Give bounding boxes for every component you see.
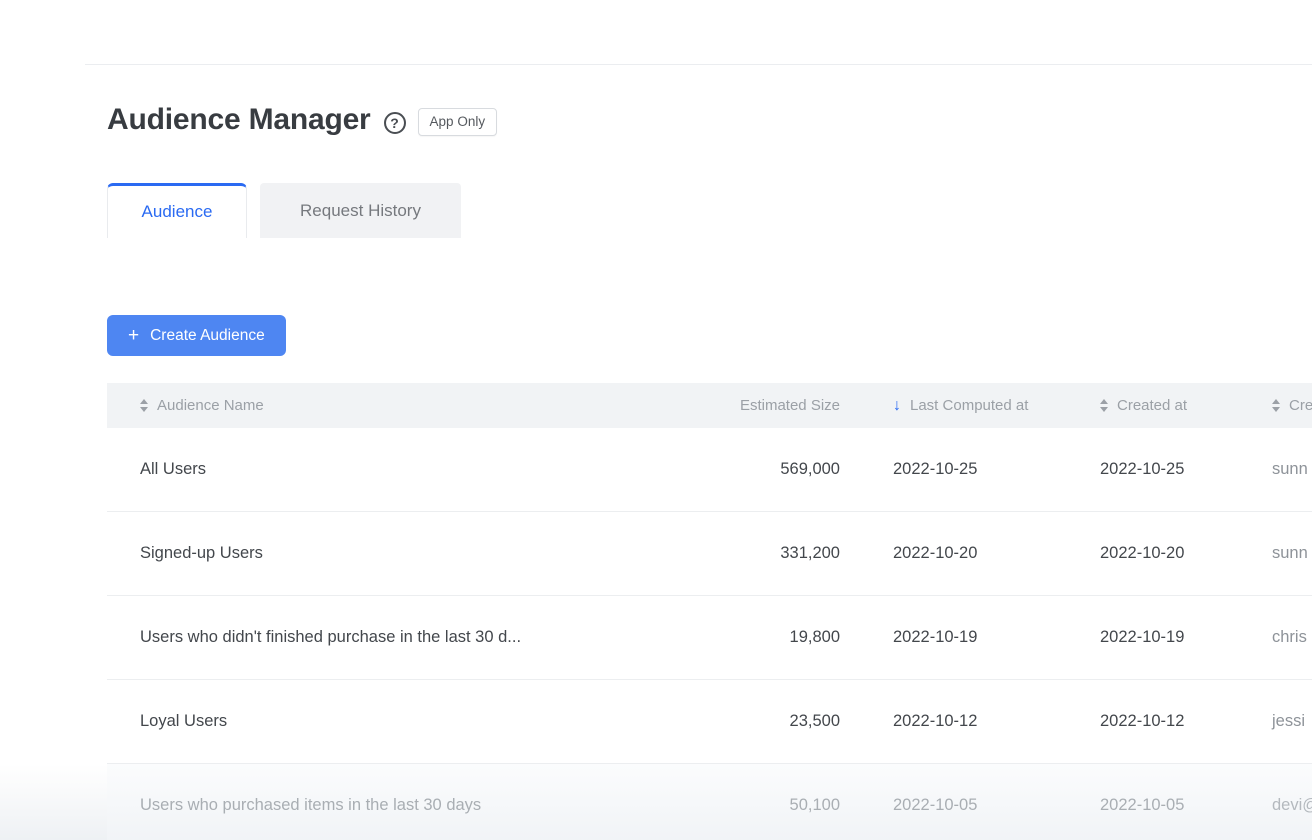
cell-created-at: 2022-10-19 (1085, 628, 1250, 647)
create-audience-label: Create Audience (150, 327, 265, 345)
column-header-last-computed[interactable]: ↓ Last Computed at (860, 397, 1085, 414)
cell-creator: sunn (1250, 460, 1312, 479)
column-header-estimated-size[interactable]: Estimated Size (620, 397, 860, 414)
app-only-badge: App Only (418, 108, 498, 136)
cell-last-computed: 2022-10-25 (860, 460, 1085, 479)
cell-estimated-size: 19,800 (620, 628, 860, 647)
table-header-row: Audience Name Estimated Size ↓ Last Comp… (107, 383, 1312, 428)
cell-creator: jessi (1250, 712, 1312, 731)
cell-audience-name: Users who didn't finished purchase in th… (107, 628, 620, 647)
table-row[interactable]: Users who purchased items in the last 30… (107, 764, 1312, 840)
tab-request-history-label: Request History (300, 201, 421, 221)
tab-audience-label: Audience (142, 202, 213, 222)
cell-last-computed: 2022-10-12 (860, 712, 1085, 731)
cell-estimated-size: 23,500 (620, 712, 860, 731)
column-label: Estimated Size (740, 397, 840, 414)
sort-updown-icon (140, 399, 148, 412)
table-row[interactable]: Loyal Users 23,500 2022-10-12 2022-10-12… (107, 680, 1312, 764)
cell-creator: devi@ (1250, 796, 1312, 815)
column-label: Last Computed at (910, 397, 1028, 414)
help-icon[interactable]: ? (384, 112, 406, 134)
table-row[interactable]: Users who didn't finished purchase in th… (107, 596, 1312, 680)
table-row[interactable]: All Users 569,000 2022-10-25 2022-10-25 … (107, 428, 1312, 512)
header-divider (85, 64, 1312, 65)
create-audience-button[interactable]: + Create Audience (107, 315, 286, 356)
cell-audience-name: All Users (107, 460, 620, 479)
column-header-creator[interactable]: Cre (1250, 397, 1312, 414)
cell-last-computed: 2022-10-19 (860, 628, 1085, 647)
cell-estimated-size: 569,000 (620, 460, 860, 479)
table-row[interactable]: Signed-up Users 331,200 2022-10-20 2022-… (107, 512, 1312, 596)
cell-creator: chris (1250, 628, 1312, 647)
tab-request-history[interactable]: Request History (260, 183, 461, 238)
column-label: Created at (1117, 397, 1187, 414)
arrow-down-icon: ↓ (893, 398, 901, 414)
cell-audience-name: Loyal Users (107, 712, 620, 731)
cell-created-at: 2022-10-12 (1085, 712, 1250, 731)
page-title: Audience Manager (107, 98, 371, 142)
cell-created-at: 2022-10-05 (1085, 796, 1250, 815)
sort-updown-icon (1272, 399, 1280, 412)
column-header-created-at[interactable]: Created at (1085, 397, 1250, 414)
cell-audience-name: Users who purchased items in the last 30… (107, 796, 620, 815)
cell-last-computed: 2022-10-05 (860, 796, 1085, 815)
column-label: Audience Name (157, 397, 264, 414)
cell-created-at: 2022-10-20 (1085, 544, 1250, 563)
tab-audience[interactable]: Audience (107, 183, 247, 238)
cell-creator: sunn (1250, 544, 1312, 563)
sort-updown-icon (1100, 399, 1108, 412)
cell-estimated-size: 50,100 (620, 796, 860, 815)
audience-table: Audience Name Estimated Size ↓ Last Comp… (107, 383, 1312, 840)
cell-created-at: 2022-10-25 (1085, 460, 1250, 479)
column-label: Cre (1289, 397, 1312, 414)
plus-icon: + (128, 326, 139, 345)
cell-last-computed: 2022-10-20 (860, 544, 1085, 563)
tab-bar: Audience Request History (107, 183, 461, 238)
cell-audience-name: Signed-up Users (107, 544, 620, 563)
column-header-audience-name[interactable]: Audience Name (107, 397, 620, 414)
page-header: Audience Manager ? App Only (107, 98, 497, 142)
cell-estimated-size: 331,200 (620, 544, 860, 563)
